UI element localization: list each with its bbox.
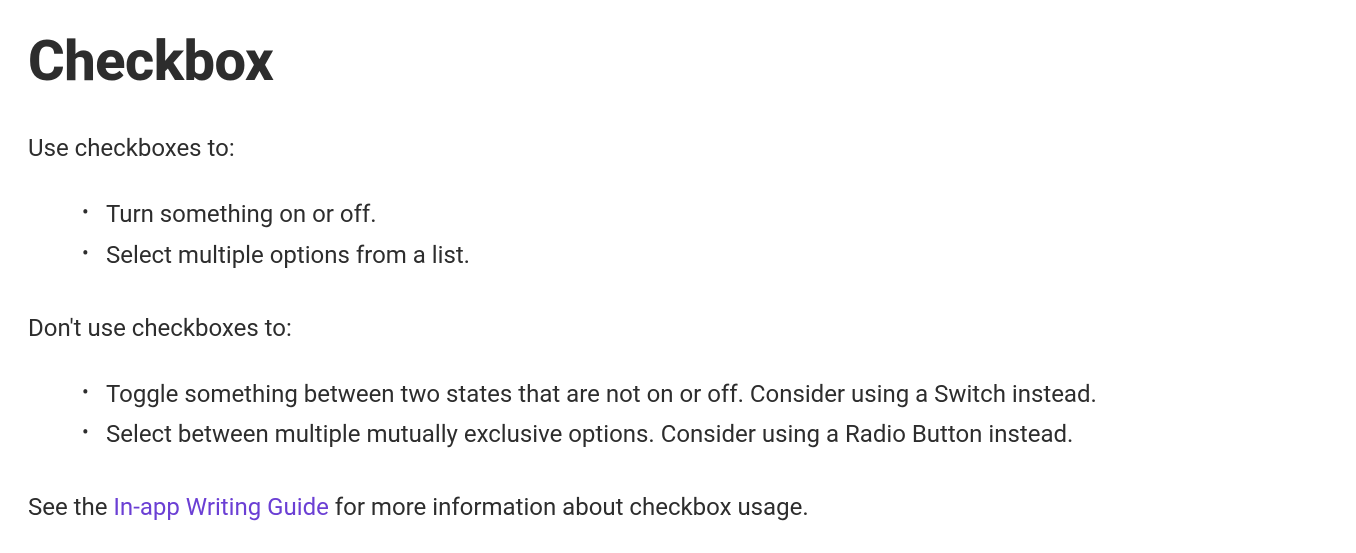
list-item: Select multiple options from a list. xyxy=(106,235,1328,276)
dont-intro-text: Don't use checkboxes to: xyxy=(28,310,1328,346)
list-item: Toggle something between two states that… xyxy=(106,374,1328,415)
page-title: Checkbox xyxy=(28,28,1328,94)
dont-list: Toggle something between two states that… xyxy=(28,374,1328,456)
use-list: Turn something on or off. Select multipl… xyxy=(28,194,1328,276)
list-item: Select between multiple mutually exclusi… xyxy=(106,414,1328,455)
footer-suffix: for more information about checkbox usag… xyxy=(329,493,809,521)
list-item: Turn something on or off. xyxy=(106,194,1328,235)
footer-paragraph: See the In-app Writing Guide for more in… xyxy=(28,489,1328,525)
writing-guide-link[interactable]: In-app Writing Guide xyxy=(113,493,328,521)
footer-prefix: See the xyxy=(28,493,113,521)
use-intro-text: Use checkboxes to: xyxy=(28,130,1328,166)
